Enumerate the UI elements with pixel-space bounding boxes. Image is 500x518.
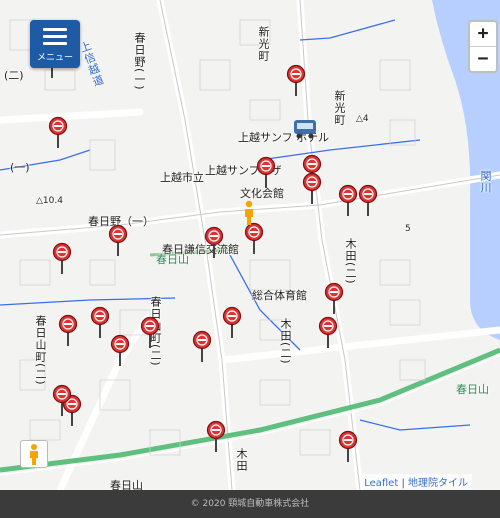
footer: © 2020 頸城自動車株式会社 — [0, 490, 500, 518]
bus-stop-marker[interactable] — [110, 334, 130, 368]
bus-stop-marker[interactable] — [358, 184, 378, 218]
zoom-in-button[interactable]: + — [470, 22, 496, 46]
bus-stop-marker[interactable] — [140, 316, 160, 350]
bus-stop-marker[interactable] — [222, 306, 242, 340]
bus-stop-marker[interactable] — [48, 116, 68, 150]
label-kida-right: 木田(二) — [344, 238, 357, 285]
bus-stop-marker[interactable] — [90, 306, 110, 340]
menu-label: メニュー — [36, 53, 73, 63]
label-ichi-left: (一) — [10, 161, 30, 174]
bus-terminal-icon — [294, 120, 316, 139]
bus-stop-marker[interactable] — [318, 316, 338, 350]
street-view-pegman-button[interactable] — [20, 440, 48, 468]
bus-stop-marker[interactable] — [192, 330, 212, 364]
label-sogo-taiikukan: 総合体育館 — [252, 289, 307, 302]
label-joetsu-city: 上越市立 — [160, 171, 204, 184]
bus-stop-marker[interactable] — [244, 222, 264, 256]
zoom-control: + − — [468, 20, 498, 73]
leaflet-link[interactable]: Leaflet — [364, 478, 398, 489]
label-shinkocho-top: 新光町 — [257, 26, 270, 62]
bus-stop-marker[interactable] — [204, 226, 224, 260]
current-location-person-icon — [245, 200, 253, 225]
bus-stop-marker[interactable] — [256, 156, 276, 190]
map-attribution: Leaflet | 地理院タイル — [360, 474, 472, 489]
label-kubiki-river: 関川 — [479, 170, 492, 194]
label-kasugano: 春日野(一) — [133, 32, 146, 91]
bus-stop-marker[interactable] — [338, 430, 358, 464]
label-kasugayama-rail: 春日山 — [456, 383, 489, 396]
gsi-tiles-link[interactable]: 地理院タイル — [408, 478, 468, 489]
label-num-5: 5 — [405, 224, 411, 234]
zoom-out-button[interactable]: − — [470, 46, 496, 71]
hamburger-icon — [43, 28, 67, 49]
label-ni-topleft: (二) — [4, 69, 24, 82]
label-shinkocho-2: 新光町 — [333, 90, 346, 126]
bus-stop-marker[interactable] — [286, 64, 306, 98]
menu-button[interactable]: メニュー — [30, 20, 80, 68]
label-kasugayama-green: 春日山 — [156, 253, 189, 266]
copyright-text: © 2020 頸城自動車株式会社 — [190, 499, 310, 509]
bus-stop-marker[interactable] — [108, 224, 128, 258]
label-kida-bottom: 木田 — [235, 448, 248, 472]
label-kida-center: 木田(二) — [279, 318, 292, 365]
attribution-separator: | — [401, 478, 405, 489]
label-kasugayamacho-left: 春日山町(二) — [34, 315, 47, 386]
pegman-icon — [30, 444, 38, 465]
bus-stop-marker[interactable] — [52, 242, 72, 276]
bus-stop-marker[interactable] — [324, 282, 344, 316]
bus-stop-marker[interactable] — [58, 314, 78, 348]
label-elev-a: △10.4 — [36, 196, 63, 206]
label-bottom: 春日山 — [110, 479, 143, 490]
bus-stop-marker[interactable] — [52, 384, 72, 418]
label-elev-b: △4 — [356, 114, 369, 124]
map-view[interactable]: 新光町 新光町 春日野(一) 春日野（一） 春日山町(二) 春日山町(二) 木田… — [0, 0, 500, 490]
bus-stop-marker[interactable] — [206, 420, 226, 454]
bus-stop-marker[interactable] — [338, 184, 358, 218]
bus-stop-marker[interactable] — [302, 172, 322, 206]
